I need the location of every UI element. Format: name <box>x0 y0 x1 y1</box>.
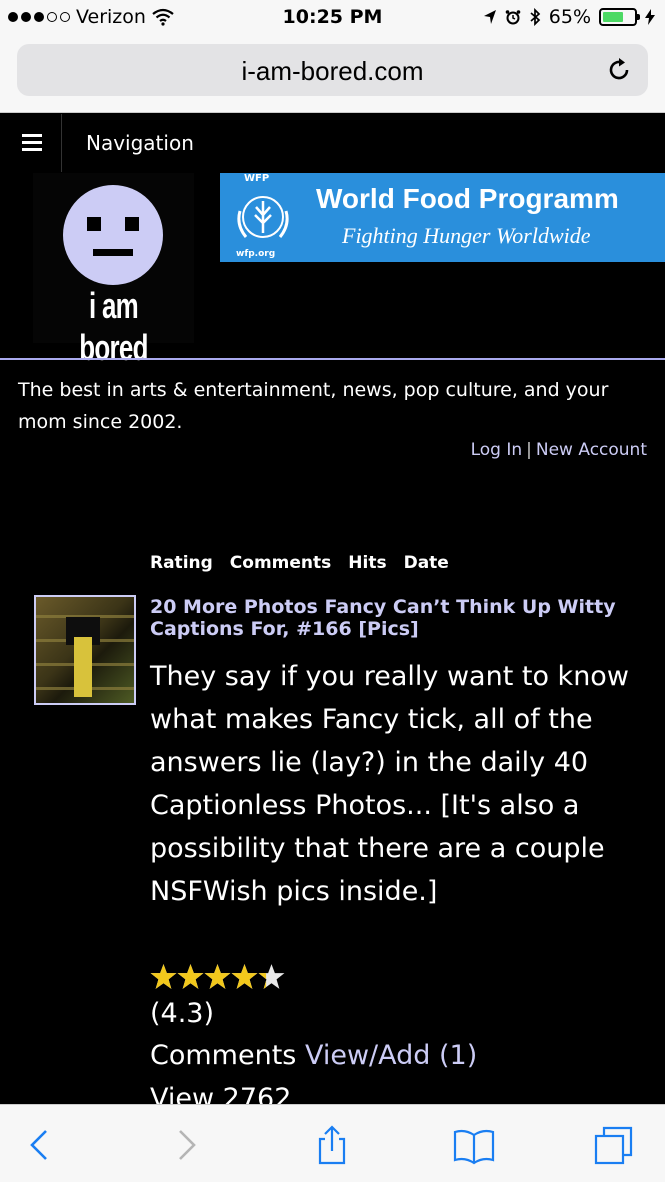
reload-icon[interactable] <box>604 55 634 85</box>
address-bar[interactable]: i-am-bored.com <box>17 44 648 96</box>
account-links: Log In | New Account <box>471 440 647 460</box>
back-icon[interactable] <box>18 1123 62 1167</box>
account-separator: | <box>526 440 532 460</box>
comments-count[interactable]: (1) <box>439 1040 477 1071</box>
star-icon[interactable] <box>204 963 231 990</box>
location-icon <box>483 10 496 24</box>
star-icon[interactable] <box>177 963 204 990</box>
star-icon[interactable] <box>150 963 177 990</box>
alarm-icon <box>505 10 521 25</box>
browser-address-area: i-am-bored.com <box>0 38 665 113</box>
site-nav-bar: Navigation <box>0 114 665 172</box>
sort-bar: Rating Comments Hits Date <box>150 553 449 573</box>
ad-banner[interactable]: WFP wfp.org World Food Programm Fighting… <box>220 173 665 262</box>
share-icon[interactable] <box>310 1123 354 1167</box>
rating-value: (4.3) <box>150 998 215 1029</box>
sort-hits[interactable]: Hits <box>348 553 386 573</box>
bookmarks-icon[interactable] <box>452 1123 496 1167</box>
star-rating[interactable] <box>150 963 285 990</box>
comments-label: Comments <box>150 1040 297 1071</box>
site-logo[interactable]: i am bored <box>33 173 194 368</box>
bluetooth-icon <box>530 8 541 26</box>
site-tagline: The best in arts & entertainment, news, … <box>18 379 609 433</box>
sort-comments[interactable]: Comments <box>230 553 331 573</box>
ad-subtitle: Fighting Hunger Worldwide <box>342 223 591 248</box>
article-thumbnail[interactable] <box>34 595 136 705</box>
battery-percent: 65% <box>548 6 591 28</box>
forward-icon[interactable] <box>164 1123 208 1167</box>
wfp-emblem-icon <box>237 196 289 238</box>
status-right: 65% <box>483 6 655 28</box>
status-bar: Verizon 10:25 PM 65% <box>0 0 665 38</box>
comments-view-add-link[interactable]: View/Add <box>305 1040 430 1071</box>
article-title-link[interactable]: 20 More Photos Fancy Can’t Think Up Witt… <box>150 596 640 640</box>
new-account-link[interactable]: New Account <box>536 440 647 460</box>
ad-title: World Food Programm <box>316 183 619 214</box>
nav-divider <box>61 114 62 172</box>
battery-icon <box>599 8 640 26</box>
charging-icon <box>645 9 655 25</box>
logo-text: i am bored <box>79 285 148 368</box>
tabs-icon[interactable] <box>592 1123 636 1167</box>
login-link[interactable]: Log In <box>471 440 523 460</box>
star-icon[interactable] <box>231 963 258 990</box>
browser-toolbar <box>0 1104 665 1182</box>
menu-icon[interactable] <box>22 134 42 151</box>
header-divider <box>0 358 665 360</box>
bored-face-icon <box>63 185 163 285</box>
url-text[interactable]: i-am-bored.com <box>17 56 648 87</box>
navigation-toggle[interactable]: Navigation <box>86 131 194 155</box>
sort-rating[interactable]: Rating <box>150 553 213 573</box>
comments-line: Comments View/Add (1) <box>150 1040 477 1071</box>
star-icon[interactable] <box>258 963 285 990</box>
ad-badge-url: wfp.org <box>236 249 276 259</box>
article-description: They say if you really want to know what… <box>150 661 629 907</box>
sort-date[interactable]: Date <box>404 553 449 573</box>
